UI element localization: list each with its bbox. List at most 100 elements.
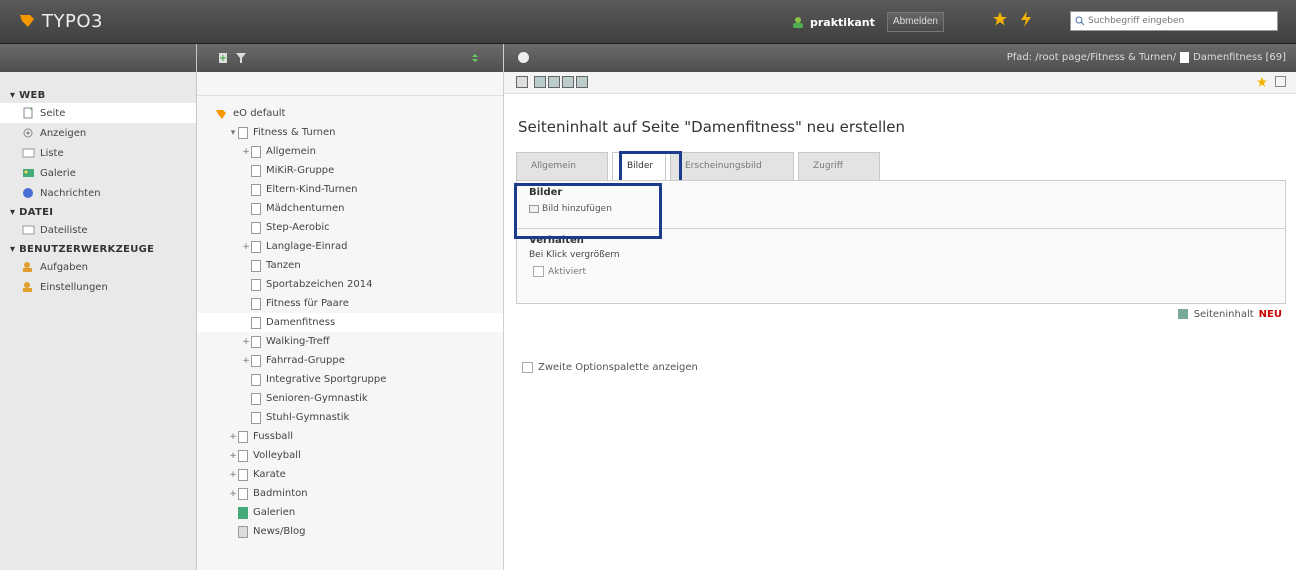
page-icon[interactable] <box>251 392 261 405</box>
username[interactable]: praktikant <box>810 16 875 29</box>
tree-node[interactable]: Fitness für Paare <box>197 294 503 313</box>
page-icon[interactable] <box>251 183 261 196</box>
expand-toggle-icon[interactable]: + <box>241 356 251 366</box>
page-icon[interactable] <box>238 449 248 462</box>
tree-node[interactable]: + Walking-Treff <box>197 332 503 351</box>
tree-node[interactable]: Mädchenturnen <box>197 199 503 218</box>
tree-node-label[interactable]: MiKiR-Gruppe <box>266 165 334 176</box>
gallery-page-icon[interactable] <box>238 506 248 519</box>
tree-node[interactable]: Galerien <box>197 503 503 522</box>
filter-icon[interactable] <box>235 52 247 64</box>
page-icon[interactable] <box>238 487 248 500</box>
module-group-title[interactable]: ▾ BENUTZERWERKZEUGE <box>0 240 196 257</box>
refresh-icon[interactable] <box>469 52 481 64</box>
bookmark-star-icon[interactable] <box>992 10 1008 28</box>
tree-node-label[interactable]: Fitness für Paare <box>266 298 349 309</box>
save-and-view-icon[interactable] <box>548 76 560 88</box>
tree-node[interactable]: + Karate <box>197 465 503 484</box>
tree-node-label[interactable]: Fussball <box>253 431 293 442</box>
page-icon[interactable] <box>251 221 261 234</box>
tree-node[interactable]: + Volleyball <box>197 446 503 465</box>
tree-node-label[interactable]: Damenfitness <box>266 317 335 328</box>
tree-node-label[interactable]: Senioren-Gymnastik <box>266 393 368 404</box>
expand-toggle-icon[interactable]: + <box>228 432 238 442</box>
tab-zugriff[interactable]: Zugriff <box>798 152 880 180</box>
click-enlarge-checkbox[interactable] <box>533 266 544 277</box>
page-icon[interactable] <box>238 430 248 443</box>
expand-toggle-icon[interactable]: + <box>228 451 238 461</box>
tree-node-label[interactable]: Integrative Sportgruppe <box>266 374 386 385</box>
tree-node[interactable]: Step-Aerobic <box>197 218 503 237</box>
tree-node[interactable]: Senioren-Gymnastik <box>197 389 503 408</box>
tab-erscheinungsbild[interactable]: Erscheinungsbild <box>670 152 794 180</box>
tree-node-label[interactable]: Langlage-Einrad <box>266 241 347 252</box>
tree-node[interactable]: Stuhl-Gymnastik <box>197 408 503 427</box>
typo3-logo[interactable]: TYPO3 <box>18 9 103 33</box>
module-group-title[interactable]: ▾ WEB <box>0 86 196 103</box>
tree-node-label[interactable]: Sportabzeichen 2014 <box>266 279 372 290</box>
module-item-seite[interactable]: Seite <box>0 103 196 123</box>
tree-node[interactable]: eO default <box>197 104 503 123</box>
tree-node[interactable]: Tanzen <box>197 256 503 275</box>
module-item-aufgaben[interactable]: Aufgaben <box>0 257 196 277</box>
search-input[interactable] <box>1088 16 1273 26</box>
tree-node-label[interactable]: Eltern-Kind-Turnen <box>266 184 357 195</box>
clear-cache-bolt-icon[interactable] <box>1018 10 1034 28</box>
page-icon[interactable] <box>251 145 261 158</box>
tree-node-label[interactable]: eO default <box>233 108 285 119</box>
module-item-galerie[interactable]: Galerie <box>0 163 196 183</box>
tree-node[interactable]: Damenfitness <box>197 313 503 332</box>
tree-node-label[interactable]: Tanzen <box>266 260 301 271</box>
tree-node-label[interactable]: Karate <box>253 469 286 480</box>
language-globe-icon[interactable] <box>518 52 529 63</box>
page-icon[interactable] <box>251 354 261 367</box>
expand-toggle-icon[interactable]: + <box>241 337 251 347</box>
tree-node-label[interactable]: Galerien <box>253 507 295 518</box>
shortcut-star-icon[interactable] <box>1256 76 1268 88</box>
expand-toggle-icon[interactable]: + <box>228 470 238 480</box>
tree-node[interactable]: + Allgemein <box>197 142 503 161</box>
tree-node[interactable]: + Fussball <box>197 427 503 446</box>
tree-node[interactable]: ▾ Fitness & Turnen <box>197 123 503 142</box>
tree-node[interactable]: News/Blog <box>197 522 503 541</box>
page-icon[interactable] <box>251 259 261 272</box>
module-item-nachrichten[interactable]: Nachrichten <box>0 183 196 203</box>
page-icon[interactable] <box>238 126 248 139</box>
module-item-dateiliste[interactable]: Dateiliste <box>0 220 196 240</box>
second-options-checkbox[interactable] <box>522 362 533 373</box>
page-icon[interactable] <box>251 164 261 177</box>
tree-node-label[interactable]: Stuhl-Gymnastik <box>266 412 349 423</box>
expand-toggle-icon[interactable]: + <box>241 242 251 252</box>
save-icon[interactable] <box>534 76 546 88</box>
page-icon[interactable] <box>251 278 261 291</box>
tab-allgemein[interactable]: Allgemein <box>516 152 608 180</box>
page-icon[interactable] <box>238 468 248 481</box>
click-enlarge-checkbox-row[interactable]: Aktiviert <box>529 266 1273 277</box>
module-item-anzeigen[interactable]: Anzeigen <box>0 123 196 143</box>
tree-node-label[interactable]: Volleyball <box>253 450 301 461</box>
search-box[interactable] <box>1070 11 1278 31</box>
second-options-row[interactable]: Zweite Optionspalette anzeigen <box>522 362 698 373</box>
tree-node[interactable]: MiKiR-Gruppe <box>197 161 503 180</box>
fullscreen-icon[interactable] <box>1275 76 1286 87</box>
tree-node-label[interactable]: Mädchenturnen <box>266 203 344 214</box>
tree-node[interactable]: + Langlage-Einrad <box>197 237 503 256</box>
expand-toggle-icon[interactable]: + <box>228 489 238 499</box>
tree-node-label[interactable]: Allgemein <box>266 146 316 157</box>
tree-node-label[interactable]: News/Blog <box>253 526 306 537</box>
page-icon[interactable] <box>251 316 261 329</box>
tree-node[interactable]: + Badminton <box>197 484 503 503</box>
tree-node-label[interactable]: Walking-Treff <box>266 336 330 347</box>
tree-node-label[interactable]: Fahrrad-Gruppe <box>266 355 345 366</box>
close-document-icon[interactable] <box>516 76 528 88</box>
tree-node[interactable]: Eltern-Kind-Turnen <box>197 180 503 199</box>
breadcrumb-page[interactable]: Damenfitness [69] <box>1193 52 1286 63</box>
module-group-title[interactable]: ▾ DATEI <box>0 203 196 220</box>
new-content-link[interactable]: Seiteninhalt NEU <box>1177 308 1282 320</box>
module-item-liste[interactable]: Liste <box>0 143 196 163</box>
page-icon[interactable] <box>251 335 261 348</box>
page-icon[interactable] <box>251 297 261 310</box>
expand-toggle-icon[interactable]: + <box>241 147 251 157</box>
folder-page-icon[interactable] <box>238 525 248 538</box>
root-site-icon[interactable] <box>215 108 229 120</box>
